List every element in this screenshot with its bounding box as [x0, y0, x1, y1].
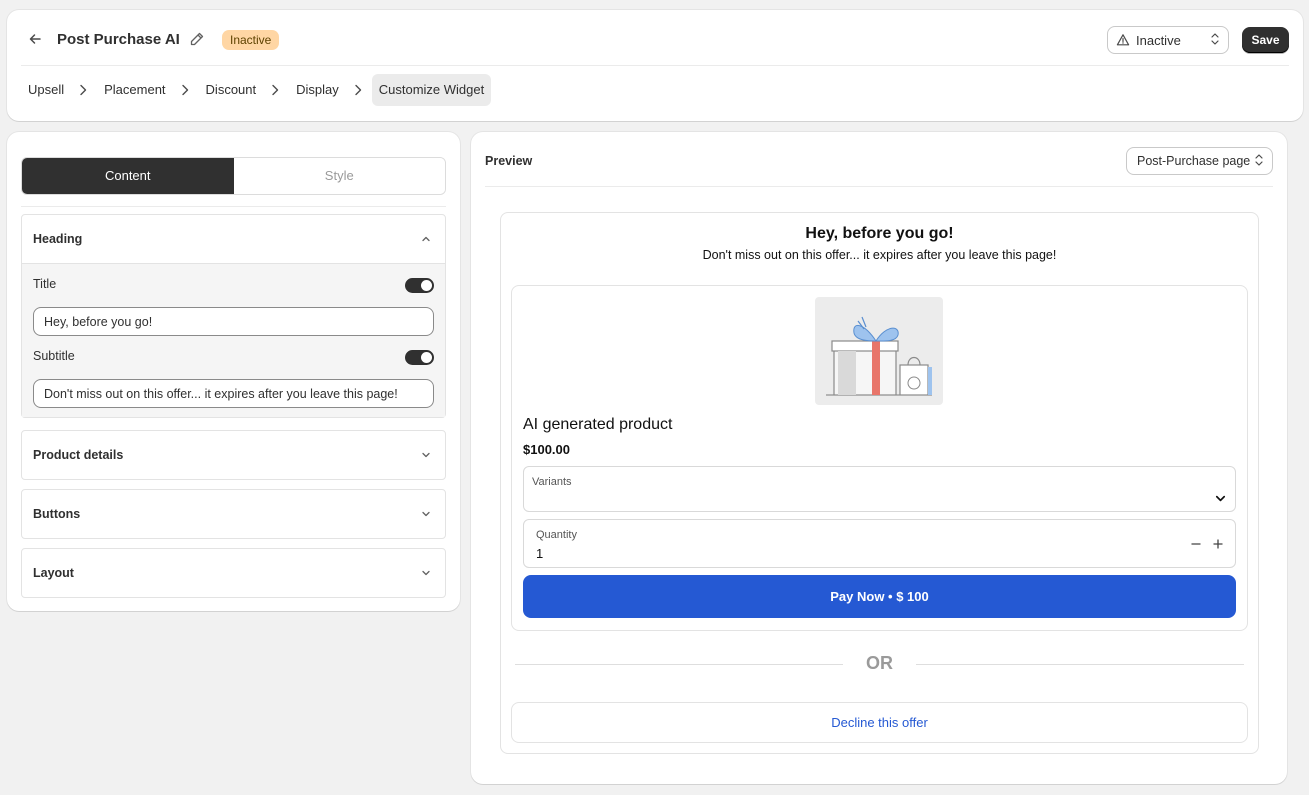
variants-label: Variants — [532, 476, 572, 488]
section-title: Product details — [33, 448, 124, 462]
minus-icon[interactable] — [1189, 537, 1203, 551]
heading-section-header[interactable]: Heading — [22, 215, 445, 263]
tab-style[interactable]: Style — [233, 158, 445, 194]
chevron-up-icon — [422, 236, 430, 242]
product-details-header[interactable]: Product details — [22, 431, 445, 479]
step-customize-widget[interactable]: Customize Widget — [371, 74, 492, 106]
widget-title: Hey, before you go! — [805, 225, 954, 242]
chevron-right-icon — [80, 84, 87, 96]
step-label: Upsell — [28, 82, 65, 97]
select-arrows-icon — [1210, 32, 1220, 49]
back-arrow-icon[interactable] — [25, 29, 45, 49]
save-button[interactable]: Save — [1242, 27, 1289, 53]
or-separator: OR — [515, 653, 1244, 677]
step-discount[interactable]: Discount — [199, 74, 290, 106]
chevron-right-icon — [272, 84, 279, 96]
heading-section: Heading Title Subtitle — [21, 214, 446, 418]
buttons-header[interactable]: Buttons — [22, 490, 445, 538]
quantity-stepper[interactable]: Quantity 1 — [523, 519, 1236, 568]
buttons-section: Buttons — [21, 489, 446, 539]
product-price: $100.00 — [523, 442, 570, 457]
title-toggle[interactable] — [405, 278, 434, 293]
layout-header[interactable]: Layout — [22, 549, 445, 597]
step-label: Placement — [104, 82, 166, 97]
editor-tabs: Content Style — [21, 157, 446, 195]
preview-panel: Preview Post-Purchase page Hey, before y… — [471, 132, 1287, 784]
title-input[interactable] — [33, 307, 434, 336]
title-bar: Post Purchase AI Inactive Inactive Save — [21, 10, 1289, 66]
chevron-down-icon — [1215, 495, 1226, 502]
subtitle-label: Subtitle — [33, 349, 75, 363]
product-image — [815, 297, 943, 405]
chevron-right-icon — [181, 84, 188, 96]
divider — [21, 206, 446, 207]
pencil-icon[interactable] — [189, 31, 205, 47]
divider — [485, 186, 1273, 187]
upsell-widget: Hey, before you go! Don't miss out on th… — [500, 212, 1259, 754]
layout-section: Layout — [21, 548, 446, 598]
pay-now-button[interactable]: Pay Now • $ 100 — [523, 575, 1236, 618]
page-select[interactable]: Post-Purchase page — [1126, 147, 1273, 175]
section-title: Heading — [33, 232, 83, 246]
divider — [916, 664, 1244, 665]
variants-select[interactable]: Variants — [523, 466, 1236, 512]
subtitle-input[interactable] — [33, 379, 434, 408]
step-breadcrumb: Upsell Placement Discount Display Custom… — [21, 74, 492, 106]
step-label: Display — [296, 82, 339, 97]
step-display[interactable]: Display — [289, 74, 372, 106]
gift-box-icon — [826, 316, 932, 396]
quantity-label: Quantity — [536, 529, 577, 541]
step-label: Discount — [205, 82, 257, 97]
top-card: Post Purchase AI Inactive Inactive Save … — [7, 10, 1303, 121]
preview-label: Preview — [485, 154, 533, 168]
section-title: Buttons — [33, 507, 81, 521]
status-select-label: Inactive — [1136, 32, 1181, 48]
product-card: AI generated product $100.00 Variants Qu… — [511, 285, 1248, 631]
editor-panel: Content Style Heading Title Subtitle Pro… — [7, 132, 460, 611]
decline-offer-button[interactable]: Decline this offer — [511, 702, 1248, 743]
chevron-down-icon — [422, 452, 430, 458]
status-select[interactable]: Inactive — [1107, 26, 1229, 54]
tab-content[interactable]: Content — [22, 158, 234, 194]
product-name: AI generated product — [523, 416, 673, 433]
status-badge: Inactive — [222, 30, 280, 50]
subtitle-toggle[interactable] — [405, 350, 434, 365]
heading-section-body: Title Subtitle — [22, 263, 445, 417]
chevron-down-icon — [422, 511, 430, 517]
page-select-label: Post-Purchase page — [1137, 154, 1251, 168]
chevron-right-icon — [355, 84, 361, 96]
title-label: Title — [33, 277, 57, 291]
quantity-value: 1 — [536, 546, 544, 561]
plus-icon[interactable] — [1211, 537, 1225, 551]
step-label: Customize Widget — [371, 74, 492, 106]
product-details-section: Product details — [21, 430, 446, 480]
section-title: Layout — [33, 566, 74, 580]
chevron-down-icon — [422, 570, 430, 576]
page-title: Post Purchase AI — [57, 31, 180, 48]
step-placement[interactable]: Placement — [97, 74, 198, 106]
warning-icon — [1116, 33, 1130, 47]
select-arrows-icon — [1254, 153, 1264, 170]
step-upsell[interactable]: Upsell — [21, 74, 97, 106]
widget-subtitle: Don't miss out on this offer... it expir… — [702, 248, 1057, 262]
